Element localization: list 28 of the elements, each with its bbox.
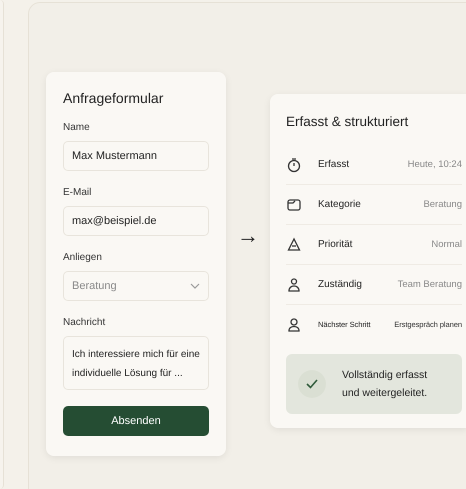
status-text: und weitergeleitet. <box>342 386 428 401</box>
triangle-icon <box>286 236 302 252</box>
summary-title: Erfasst & strukturiert <box>286 114 410 129</box>
input-field[interactable]: Max Mustermann <box>63 141 209 171</box>
row-label: Priorität <box>318 239 352 250</box>
arrow-icon: → <box>226 223 270 249</box>
timer-icon <box>286 156 302 172</box>
field-label: E-Mail <box>63 187 92 198</box>
folder-icon <box>286 196 302 212</box>
field-label: Anliegen <box>63 252 103 263</box>
status-text: Vollständig erfasst <box>342 368 428 383</box>
check-icon <box>306 379 318 389</box>
form-title: Anfrageformular <box>63 90 164 106</box>
input-field[interactable]: max@beispiel.de <box>63 206 209 236</box>
field-label: Name <box>63 122 91 133</box>
row-value: Beratung <box>422 199 462 210</box>
row-value: Team Beratung <box>396 279 462 290</box>
row-label: Zuständig <box>318 279 362 290</box>
chevron-icon <box>190 283 200 289</box>
field-label: Nachricht <box>63 317 106 328</box>
person-icon <box>286 276 302 292</box>
submit-button[interactable]: Absenden <box>63 406 209 436</box>
row-value: Heute, 10:24 <box>406 159 462 170</box>
message-field[interactable]: Ich interessiere mich für eine individuelle Lösung für ... <box>63 336 209 390</box>
row-label: Erfasst <box>318 159 350 170</box>
row-label: Kategorie <box>318 199 361 210</box>
row-value: Normal <box>430 239 462 250</box>
person-icon <box>286 316 302 332</box>
